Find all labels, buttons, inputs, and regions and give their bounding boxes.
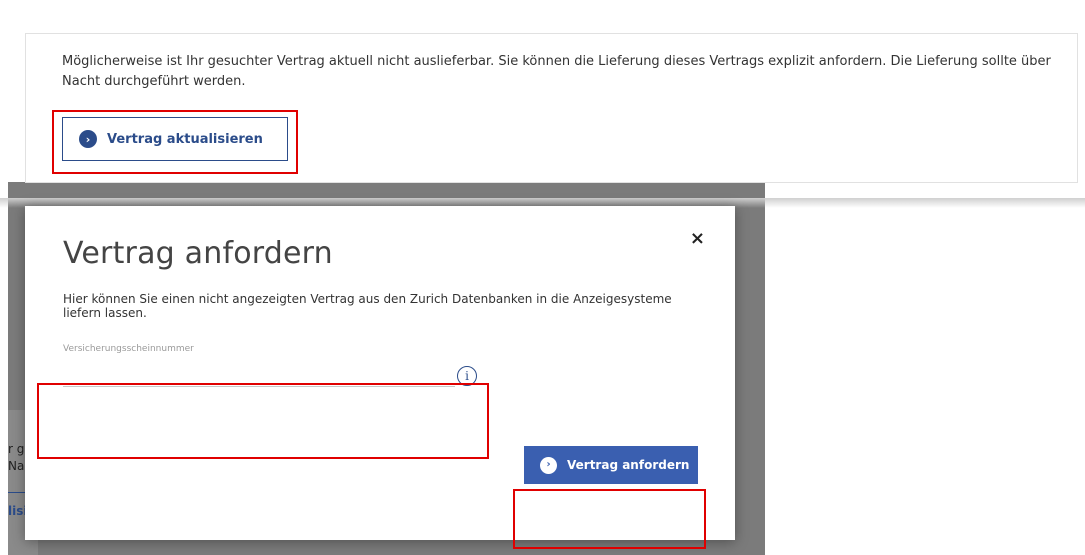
annotation-box-input (37, 383, 489, 459)
chevron-right-icon: › (540, 456, 557, 474)
request-contract-button-label: Vertrag anfordern (567, 458, 690, 472)
policy-number-label: Versicherungsscheinnummer (63, 344, 194, 354)
background-text-fragment: Na (8, 459, 25, 473)
annotation-box-submit (513, 489, 706, 549)
close-icon[interactable]: × (690, 228, 705, 249)
notice-text: Möglicherweise ist Ihr gesuchter Vertrag… (62, 54, 1051, 89)
request-contract-button[interactable]: › Vertrag anfordern (524, 446, 698, 484)
annotation-box-update-button (52, 110, 298, 174)
modal-title: Vertrag anfordern (63, 236, 333, 271)
modal-description: Hier können Sie einen nicht angezeigten … (63, 292, 672, 320)
background-text-fragment: r g (8, 442, 25, 456)
